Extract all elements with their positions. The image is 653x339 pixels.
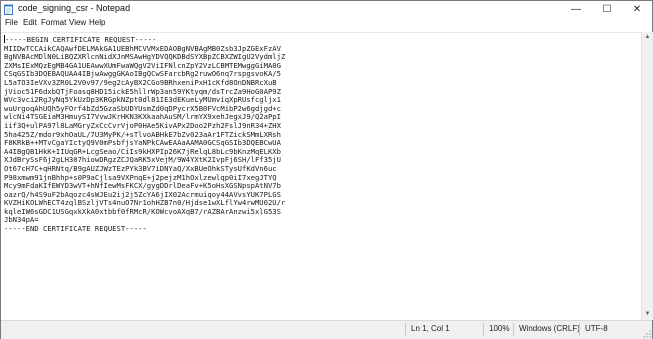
status-divider [579,323,580,336]
menu-edit[interactable]: Edit [23,18,37,27]
minimize-icon: — [571,4,581,15]
scroll-down-icon[interactable]: ▼ [643,310,652,319]
maximize-icon: ☐ [602,4,612,15]
status-divider [405,323,406,336]
minimize-button[interactable]: — [561,1,591,18]
editor-line: kqleIW6sGDC1USGqxkXkA0xtbbf0fRMcR/KOWcvo… [4,206,281,216]
menu-file[interactable]: File [5,18,18,27]
status-divider [483,323,484,336]
resize-grip-icon[interactable] [643,330,651,338]
notepad-app-icon [4,4,13,15]
line-ending: Windows (CRLF) [519,324,580,333]
window-title: code_signing_csr - Notepad [18,3,131,13]
notepad-window: code_signing_csr - Notepad — ☐ ✕ File Ed… [0,0,653,339]
maximize-button[interactable]: ☐ [592,1,622,18]
vertical-scrollbar[interactable]: ▲ ▼ [641,32,653,320]
zoom-level: 100% [489,324,510,333]
close-button[interactable]: ✕ [622,1,652,18]
scroll-up-icon[interactable]: ▲ [643,33,652,42]
text-editor-area[interactable]: -----BEGIN CERTIFICATE REQUEST----- MIID… [1,32,641,321]
status-divider [513,323,514,336]
editor-content[interactable]: -----BEGIN CERTIFICATE REQUEST----- MIID… [4,35,285,234]
status-bar: Ln 1, Col 1 100% Windows (CRLF) UTF-8 [1,320,652,339]
menu-view[interactable]: View [69,18,86,27]
close-icon: ✕ [632,4,642,15]
title-bar[interactable]: code_signing_csr - Notepad — ☐ ✕ [1,1,652,18]
menu-help[interactable]: Help [89,18,105,27]
encoding: UTF-8 [585,324,608,333]
cursor-position: Ln 1, Col 1 [411,324,450,333]
menu-bar: File Edit Format View Help [1,18,652,31]
editor-line: -----END CERTIFICATE REQUEST----- [4,224,147,234]
menu-format[interactable]: Format [41,18,66,27]
